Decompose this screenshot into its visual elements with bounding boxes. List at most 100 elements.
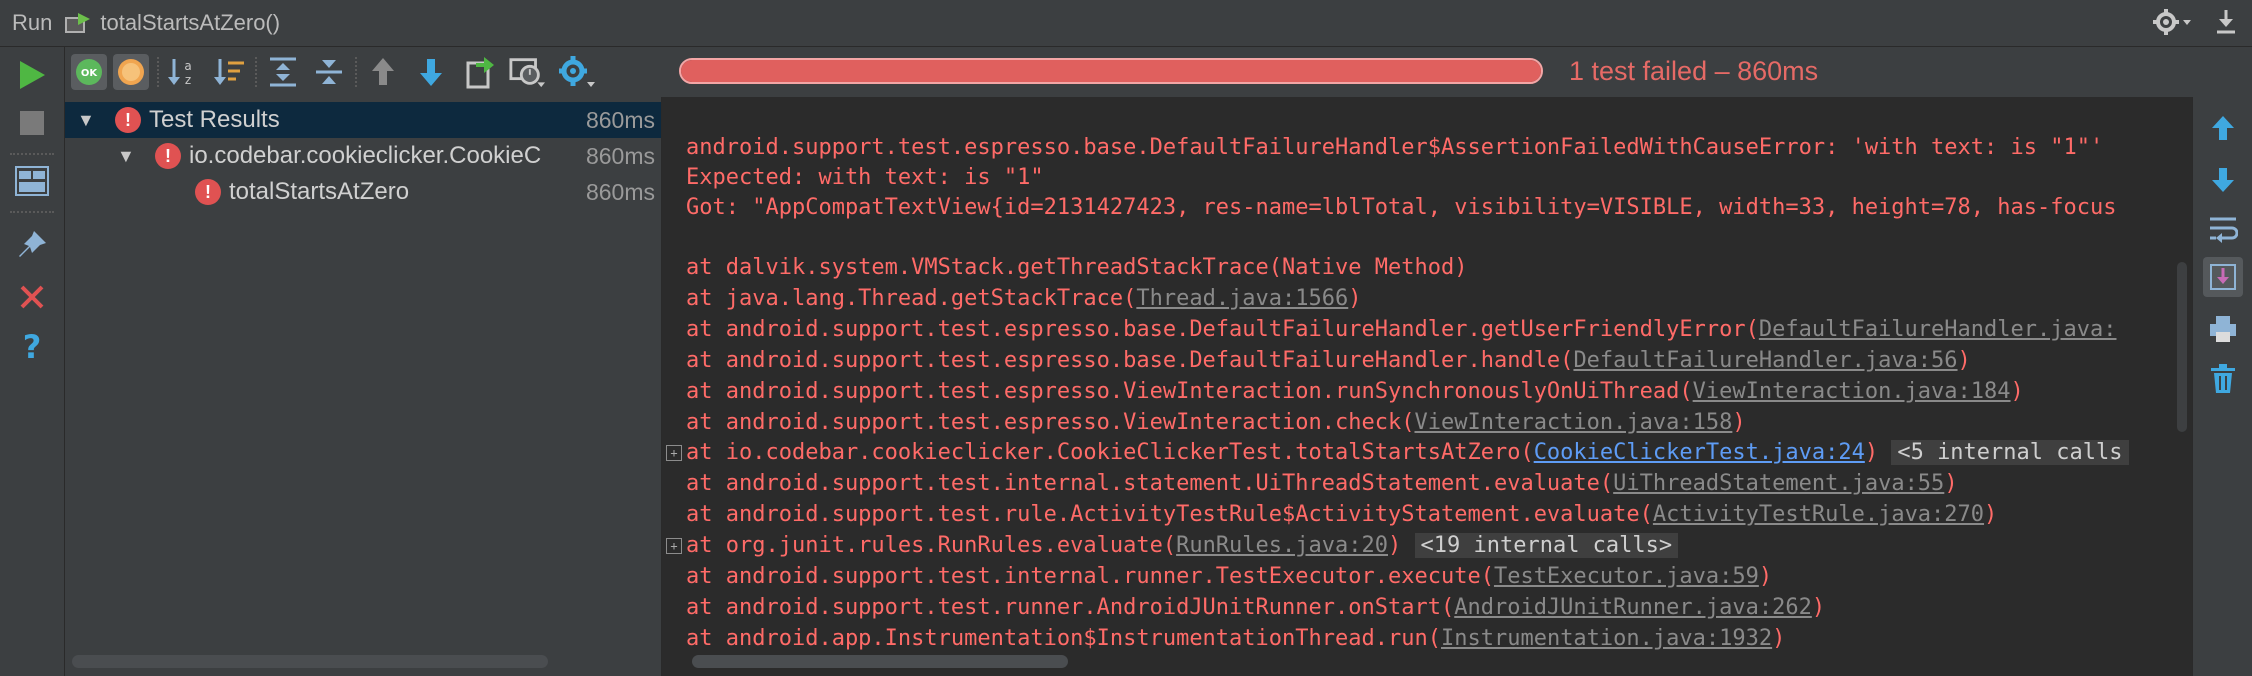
stack-frame-suffix: )	[1732, 410, 1746, 435]
minimize-icon[interactable]	[2214, 8, 2238, 41]
console-toolbar	[2192, 97, 2252, 676]
test-tree: ▼ ! Test Results 860ms ▼ ! io.codebar.co…	[65, 97, 662, 676]
source-link[interactable]: AndroidJUnitRunner.java:262	[1454, 595, 1812, 620]
show-ignored-icon[interactable]	[113, 54, 149, 90]
trash-icon[interactable]	[2203, 359, 2243, 399]
stack-frame-text: at android.support.test.espresso.ViewInt…	[686, 379, 1693, 404]
source-link[interactable]: Instrumentation.java:1932	[1441, 626, 1772, 651]
help-icon[interactable]: ?	[12, 327, 52, 367]
collapse-all-icon[interactable]	[311, 54, 347, 90]
stack-frame-line: at android.support.test.runner.AndroidJU…	[686, 593, 1825, 623]
source-link[interactable]: DefaultFailureHandler.java:56	[1573, 348, 1957, 373]
stack-frame-line: at android.support.test.espresso.ViewInt…	[686, 408, 1746, 438]
next-failed-icon[interactable]	[413, 54, 449, 90]
run-config-icon	[64, 11, 92, 35]
stack-frame-text: at io.codebar.cookieclicker.CookieClicke…	[686, 440, 1534, 465]
stack-frame-suffix: )	[1388, 533, 1402, 558]
stack-frame-suffix: )	[1984, 502, 1998, 527]
run-label: Run	[12, 10, 53, 35]
source-link[interactable]: ViewInteraction.java:158	[1414, 410, 1732, 435]
expand-triangle-icon[interactable]: ▼	[77, 110, 95, 131]
stack-frame-text: at dalvik.system.VMStack.getThreadStackT…	[686, 255, 1468, 280]
run-icon[interactable]	[12, 55, 52, 95]
source-link[interactable]: TestExecutor.java:59	[1494, 564, 1759, 589]
close-icon[interactable]	[12, 277, 52, 317]
fold-marker-icon[interactable]: +	[666, 445, 682, 461]
stack-frame-line: at android.support.test.espresso.ViewInt…	[686, 377, 2024, 407]
internal-calls-fold[interactable]: <5 internal calls	[1891, 440, 2129, 465]
stack-frame-suffix: )	[2010, 379, 2024, 404]
source-link[interactable]: Thread.java:1566	[1136, 286, 1348, 311]
source-link[interactable]: RunRules.java:20	[1176, 533, 1388, 558]
run-config-name: totalStartsAtZero()	[100, 10, 281, 35]
svg-text:a: a	[184, 59, 191, 73]
stack-frame-line: at android.support.test.espresso.base.De…	[686, 315, 2116, 345]
tree-row-time: 860ms	[585, 106, 655, 133]
expand-triangle-icon[interactable]: ▼	[117, 146, 135, 167]
stack-frame-line: at android.support.test.espresso.base.De…	[686, 346, 1971, 376]
stack-frame-suffix: )	[1811, 595, 1826, 620]
stack-frame-line: at android.support.test.internal.stateme…	[686, 469, 1958, 499]
stack-frame-suffix: )	[1957, 348, 1971, 373]
stop-icon[interactable]	[12, 103, 52, 143]
internal-calls-fold[interactable]: <19 internal calls>	[1414, 533, 1679, 558]
stack-frame-line: at android.app.Instrumentation$Instrumen…	[686, 624, 1785, 654]
stack-frame-text: at android.support.test.internal.stateme…	[686, 471, 1614, 496]
fold-marker-icon[interactable]: +	[666, 538, 682, 554]
stack-frame-suffix: )	[1864, 440, 1879, 465]
error-icon: !	[155, 143, 181, 169]
source-link[interactable]: UiThreadStatement.java:55	[1613, 471, 1944, 496]
sort-alpha-icon[interactable]: a z	[165, 54, 201, 90]
sort-duration-icon[interactable]	[211, 54, 247, 90]
error-icon: !	[195, 179, 221, 205]
console-line: Expected: with text: is "1"	[686, 165, 1044, 190]
console-horizontal-scrollbar[interactable]	[692, 655, 1068, 668]
source-link[interactable]: DefaultFailureHandler.java:	[1759, 317, 2117, 342]
stack-frame-line: at android.support.test.rule.ActivityTes…	[686, 500, 1997, 530]
console-vertical-scrollbar[interactable]	[2177, 262, 2187, 432]
run-window-titlebar: Run totalStartsAtZero()	[0, 0, 2252, 47]
stack-frame-text: at android.app.Instrumentation$Instrumen…	[686, 626, 1441, 651]
stack-frame-line: at android.support.test.internal.runner.…	[686, 562, 1772, 592]
down-arrow-icon[interactable]	[2203, 159, 2243, 199]
source-link[interactable]: CookieClickerTest.java:24	[1534, 440, 1865, 465]
soft-wrap-icon[interactable]	[2203, 209, 2243, 249]
print-icon[interactable]	[2203, 309, 2243, 349]
previous-failed-icon[interactable]	[365, 54, 401, 90]
gear-icon[interactable]	[2152, 8, 2192, 41]
tree-row-test-results[interactable]: ▼ ! Test Results 860ms	[65, 102, 661, 138]
layout-icon[interactable]	[12, 161, 52, 201]
tree-horizontal-scrollbar[interactable]	[72, 655, 548, 668]
export-icon[interactable]	[461, 54, 497, 90]
stack-frame-text: at android.support.test.espresso.base.De…	[686, 348, 1574, 373]
stack-frame-text: at android.support.test.espresso.base.De…	[686, 317, 1759, 342]
up-arrow-icon[interactable]	[2203, 109, 2243, 149]
tree-row-test-method[interactable]: ! totalStartsAtZero 860ms	[65, 174, 661, 210]
stack-frame-line: at dalvik.system.VMStack.getThreadStackT…	[686, 253, 1467, 283]
source-link[interactable]: ViewInteraction.java:184	[1693, 379, 2011, 404]
console-line: Got: "AppCompatTextView{id=2131427423, r…	[686, 195, 2117, 220]
tree-row-time: 860ms	[585, 142, 655, 169]
stack-frame-suffix: )	[1348, 286, 1362, 311]
scroll-to-end-icon[interactable]	[2203, 257, 2243, 297]
stack-frame-suffix: )	[1944, 471, 1958, 496]
test-progress-bar	[679, 58, 1543, 84]
status-separator: –	[1707, 56, 1738, 86]
show-passed-icon[interactable]: OK	[71, 54, 107, 90]
stack-frame-text: at android.support.test.rule.ActivityTes…	[686, 502, 1653, 527]
expand-all-icon[interactable]	[265, 54, 301, 90]
pin-icon[interactable]	[12, 225, 52, 265]
tree-row-label: Test Results	[149, 106, 280, 133]
import-history-icon[interactable]	[509, 54, 545, 90]
stack-frame-line: at java.lang.Thread.getStackTrace(Thread…	[686, 284, 1362, 314]
stack-frame-text: at android.support.test.espresso.ViewInt…	[686, 410, 1415, 435]
tree-row-time: 860ms	[585, 178, 655, 205]
tree-row-label: totalStartsAtZero	[229, 178, 410, 205]
settings-icon[interactable]	[559, 54, 595, 90]
stack-frame-text: at android.support.test.internal.runner.…	[686, 564, 1494, 589]
stack-frame-text: at android.support.test.runner.AndroidJU…	[686, 595, 1455, 620]
tree-row-test-class[interactable]: ▼ ! io.codebar.cookieclicker.CookieC 860…	[65, 138, 661, 174]
status-failed-count: 1 test failed	[1569, 56, 1708, 86]
stack-frame-text: at java.lang.Thread.getStackTrace(	[686, 286, 1137, 311]
source-link[interactable]: ActivityTestRule.java:270	[1653, 502, 1984, 527]
